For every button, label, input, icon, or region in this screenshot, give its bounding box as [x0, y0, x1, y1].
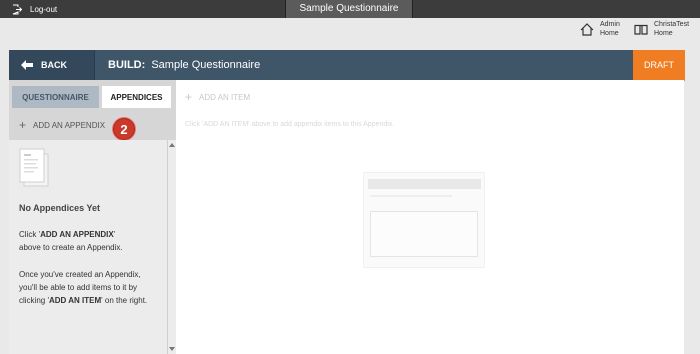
user-home-line2: Home: [654, 30, 673, 37]
book-icon: [634, 24, 648, 35]
add-item-label: ADD AN ITEM: [199, 92, 251, 102]
add-item-button[interactable]: + ADD AN ITEM: [185, 90, 250, 104]
build-prefix: BUILD:: [108, 59, 146, 71]
top-bar: Log-out Sample Questionnaire: [0, 0, 700, 18]
appendix-editor: + ADD AN ITEM Click 'ADD AN ITEM' above …: [176, 80, 684, 354]
build-bar: BACK BUILD: Sample Questionnaire DRAFT: [9, 50, 685, 85]
plus-icon: +: [185, 90, 193, 104]
logout-icon: [12, 4, 22, 14]
home-icon: [580, 22, 594, 36]
step-badge: 2: [113, 118, 135, 140]
add-appendix-label: ADD AN APPENDIX: [33, 120, 106, 130]
arrow-left-icon: [21, 60, 33, 70]
add-appendix-button[interactable]: + ADD AN APPENDIX: [9, 110, 176, 140]
left-scrollbar[interactable]: [167, 140, 176, 354]
document-stack-icon: [19, 148, 49, 187]
left-panel: QUESTIONNAIRE APPENDICES + ADD AN APPEND…: [9, 80, 176, 354]
tab-strip: QUESTIONNAIRE APPENDICES: [9, 80, 176, 110]
empty-state-help-items: Once you've created an Appendix, you'll …: [19, 270, 148, 305]
logout-link[interactable]: Log-out: [12, 2, 57, 16]
user-home-line1: ChristaTest: [654, 21, 690, 28]
admin-home-line1: Admin: [600, 21, 620, 28]
build-questionnaire-name: Sample Questionnaire: [151, 59, 261, 71]
back-label: BACK: [41, 60, 67, 70]
user-home-link[interactable]: ChristaTest Home: [634, 18, 689, 40]
plus-icon: +: [19, 118, 27, 132]
back-button[interactable]: BACK: [9, 50, 95, 80]
tab-questionnaire[interactable]: QUESTIONNAIRE: [12, 86, 99, 108]
scroll-down-icon[interactable]: [169, 347, 175, 351]
illustration-box: [370, 211, 478, 257]
questionnaire-title-tab[interactable]: Sample Questionnaire: [285, 0, 413, 18]
header-links: Admin Home ChristaTest Home: [0, 18, 700, 40]
scroll-up-icon[interactable]: [169, 143, 175, 147]
empty-state-help-create: Click 'ADD AN APPENDIX' above to create …: [19, 230, 123, 252]
status-badge: DRAFT: [633, 50, 685, 80]
admin-home-link[interactable]: Admin Home: [580, 18, 620, 40]
help-add-item-emphasis: ADD AN ITEM: [48, 296, 102, 305]
admin-home-line2: Home: [600, 30, 619, 37]
illustration-line: [370, 195, 452, 197]
appendix-list: No Appendices Yet Click 'ADD AN APPENDIX…: [9, 140, 167, 354]
logout-label: Log-out: [30, 4, 58, 14]
build-title: BUILD: Sample Questionnaire: [108, 50, 260, 80]
empty-state-title: No Appendices Yet: [19, 203, 101, 213]
help-add-appendix-emphasis: ADD AN APPENDIX: [40, 230, 114, 239]
tab-appendices[interactable]: APPENDICES: [102, 86, 171, 108]
empty-editor-illustration: [363, 172, 485, 268]
empty-editor-hint: Click 'ADD AN ITEM' above to add appendi…: [185, 121, 395, 128]
illustration-header: [368, 179, 481, 189]
